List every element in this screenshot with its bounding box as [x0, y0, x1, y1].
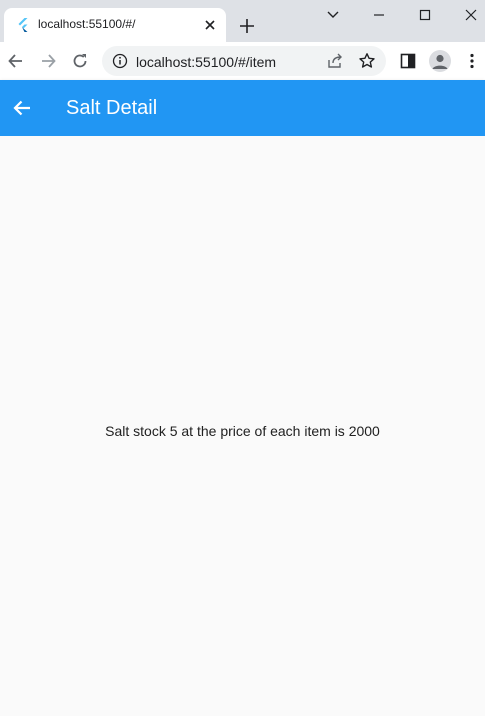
- minimize-icon[interactable]: [370, 6, 388, 24]
- item-detail-body: Salt stock 5 at the price of each item i…: [0, 136, 485, 716]
- info-icon[interactable]: [112, 53, 128, 69]
- maximize-icon[interactable]: [416, 6, 434, 24]
- page-title: Salt Detail: [66, 97, 158, 119]
- tab-title: localhost:55100/#/: [38, 17, 136, 31]
- side-panel-icon[interactable]: [398, 51, 418, 71]
- arrow-left-icon[interactable]: [6, 51, 26, 71]
- arrow-left-icon[interactable]: [11, 97, 33, 119]
- close-icon[interactable]: [203, 18, 217, 32]
- browser-toolbar: localhost:55100/#/item: [0, 42, 485, 80]
- tab-strip: localhost:55100/#/: [0, 0, 485, 42]
- item-detail-text: Salt stock 5 at the price of each item i…: [105, 423, 380, 439]
- more-vert-icon[interactable]: [462, 51, 482, 71]
- url-text[interactable]: localhost:55100/#/item: [136, 54, 276, 70]
- close-icon[interactable]: [462, 6, 480, 24]
- reload-icon[interactable]: [70, 51, 90, 71]
- share-icon[interactable]: [326, 52, 344, 70]
- chevron-down-icon[interactable]: [324, 6, 342, 24]
- plus-icon[interactable]: [238, 17, 256, 35]
- profile-avatar-icon: [432, 54, 448, 69]
- arrow-right-icon[interactable]: [38, 51, 58, 71]
- flutter-logo-icon: [18, 18, 28, 32]
- browser-tab[interactable]: localhost:55100/#/: [4, 8, 226, 42]
- address-bar[interactable]: localhost:55100/#/item: [102, 46, 386, 76]
- app-bar: Salt Detail: [0, 80, 485, 136]
- star-icon[interactable]: [358, 52, 376, 70]
- profile-icon[interactable]: [429, 50, 451, 72]
- browser-window: localhost:55100/#/ localhost:55100/#/ite…: [0, 0, 485, 716]
